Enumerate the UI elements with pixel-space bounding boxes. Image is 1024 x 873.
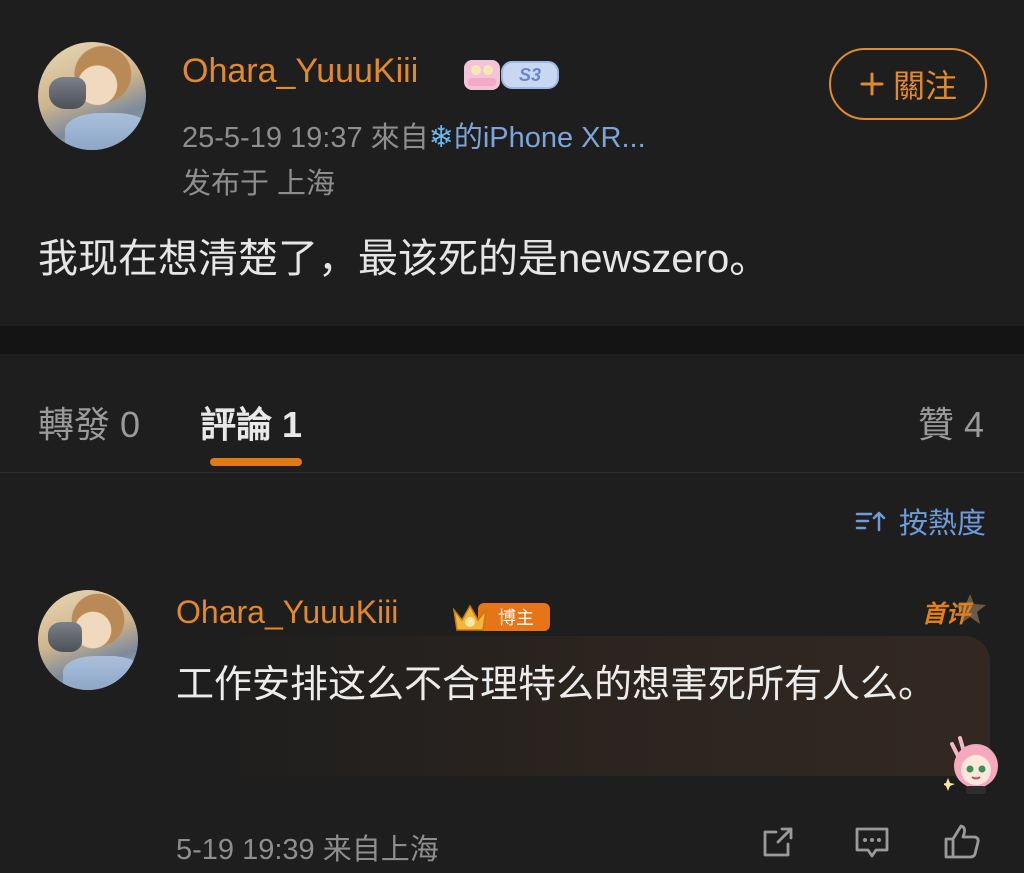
follow-label: 關注 — [892, 67, 957, 105]
post-card: Ohara_YuuuKiii S3 25-5-19 19:37 來自❄的iPho… — [0, 0, 1024, 326]
camera-shape — [48, 76, 86, 109]
post-body-text: 我现在想清楚了，最该死的是newszero。 — [38, 237, 770, 281]
tab-repost[interactable]: 轉發 0 — [38, 396, 140, 448]
sort-label: 按熱度 — [898, 506, 986, 540]
s3-badge-label: S3 — [519, 65, 541, 85]
comment-timestamp: 5-19 19:39 — [176, 834, 315, 866]
shirt-shape — [65, 113, 146, 150]
snowflake-icon: ❄ — [428, 121, 454, 154]
first-comment-badge-icon: 首评 — [922, 594, 986, 628]
blogger-crown-badge-icon: 博主 — [452, 603, 550, 631]
post-source-suffix: 的 — [453, 122, 483, 154]
comment-location: 来自上海 — [322, 834, 439, 866]
tab-likes[interactable]: 贊 4 — [918, 396, 984, 448]
post-source-prefix: 來自 — [370, 122, 429, 154]
post-location: 发布于 上海 — [182, 168, 336, 200]
sort-by-hot-button[interactable]: 按熱度 — [855, 500, 986, 542]
shirt-shape — [63, 656, 138, 690]
blogger-badge-label: 博主 — [498, 608, 534, 629]
follow-button[interactable]: 關注 — [829, 48, 987, 120]
anime-girl-sticker-icon — [944, 736, 998, 794]
camera-shape — [48, 622, 82, 652]
thumbs-up-icon[interactable] — [942, 822, 982, 862]
comment-author-avatar[interactable] — [38, 590, 138, 690]
post-author-name[interactable]: Ohara_YuuuKiii — [182, 52, 418, 91]
comment-meta-line: 5-19 19:39 来自上海 — [176, 826, 439, 868]
comment-author-name[interactable]: Ohara_YuuuKiii — [176, 594, 398, 631]
active-tab-indicator — [210, 458, 302, 466]
device-name: iPhone XR... — [482, 122, 646, 154]
s3-badge-icon: S3 — [464, 60, 559, 90]
tab-comments[interactable]: 評論 1 — [200, 396, 302, 448]
device-source-link[interactable]: 的iPhone XR... — [454, 122, 646, 154]
post-meta-line: 25-5-19 19:37 來自❄的iPhone XR... — [182, 114, 646, 156]
sort-icon — [855, 511, 886, 532]
first-comment-label: 首评 — [922, 600, 974, 628]
plus-icon — [860, 72, 884, 96]
comment-body-text: 工作安排这么不合理特么的想害死所有人么。 — [176, 664, 937, 706]
post-author-avatar[interactable] — [38, 42, 146, 150]
post-timestamp: 25-5-19 19:37 — [182, 122, 363, 154]
reply-comment-icon[interactable] — [852, 822, 892, 862]
interaction-tabs: 轉發 0 評論 1 贊 4 — [0, 354, 1024, 473]
section-divider — [0, 326, 1024, 354]
share-icon[interactable] — [758, 822, 798, 862]
